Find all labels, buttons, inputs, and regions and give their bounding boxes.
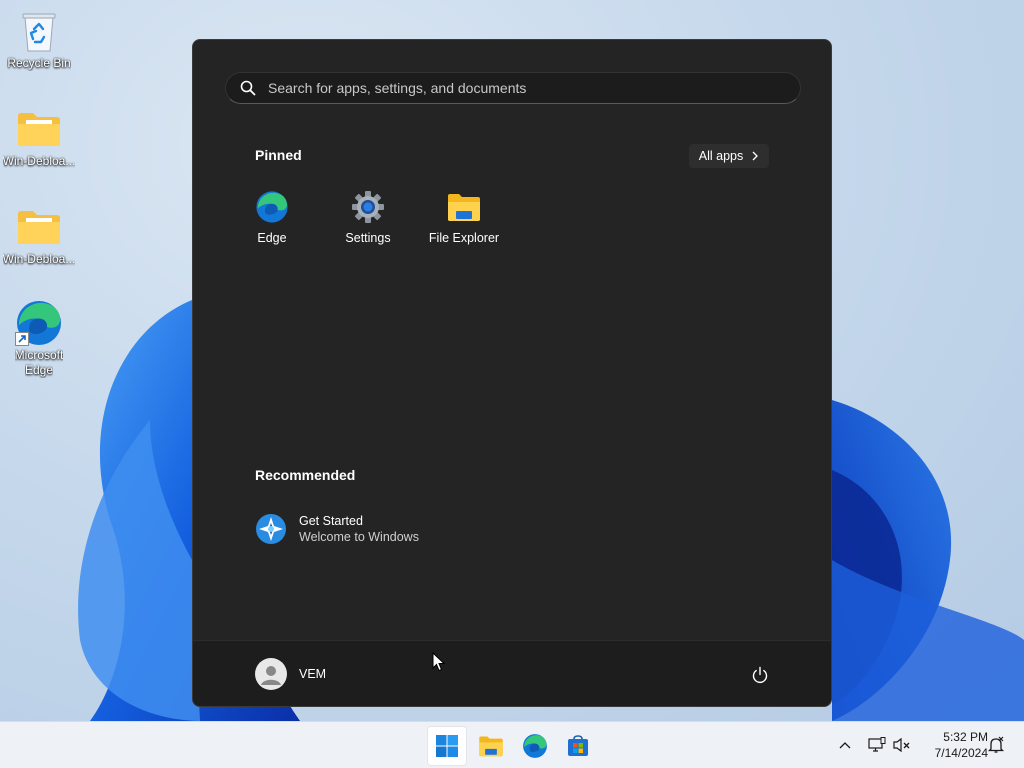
- tray-clock[interactable]: 5:32 PM 7/14/2024: [916, 729, 988, 761]
- desktop-icon-label: Win-Debloa...: [2, 252, 76, 266]
- recommended-title: Recommended: [255, 467, 356, 483]
- clock-time: 5:32 PM: [943, 730, 988, 744]
- pinned-app-label: Edge: [257, 231, 287, 245]
- recommended-item-get-started[interactable]: Get Started Welcome to Windows: [255, 511, 419, 547]
- start-menu: Search for apps, settings, and documents…: [192, 39, 832, 707]
- clock-date: 7/14/2024: [934, 746, 988, 760]
- edge-icon: [523, 734, 547, 758]
- user-account-button[interactable]: VEM: [255, 658, 326, 690]
- notification-icon: [987, 736, 1005, 753]
- tray-network-button[interactable]: [866, 734, 888, 756]
- desktop-icon-folder-2[interactable]: Win-Debloa...: [1, 204, 77, 267]
- edge-icon: [15, 300, 63, 346]
- folder-icon: [447, 190, 481, 224]
- search-input[interactable]: Search for apps, settings, and documents: [225, 72, 801, 104]
- folder-icon: [15, 204, 63, 250]
- desktop-icon-microsoft-edge[interactable]: Microsoft Edge: [1, 300, 77, 378]
- pinned-app-settings[interactable]: Settings: [320, 188, 416, 252]
- get-started-icon: [255, 513, 287, 545]
- pinned-title: Pinned: [255, 147, 302, 163]
- taskbar: 5:32 PM 7/14/2024: [0, 721, 1024, 768]
- recommended-item-title: Get Started: [299, 514, 363, 528]
- pinned-app-label: Settings: [345, 231, 391, 245]
- taskbar-start-button[interactable]: [427, 726, 467, 766]
- desktop-icon-label: Win-Debloa...: [2, 154, 76, 168]
- power-icon: [752, 666, 768, 684]
- edge-icon: [255, 190, 289, 224]
- folder-icon: [15, 106, 63, 152]
- recycle-bin-icon: [15, 8, 63, 54]
- taskbar-store-button[interactable]: [558, 726, 598, 766]
- all-apps-button[interactable]: All apps: [689, 144, 769, 168]
- desktop-icon-label: Microsoft: [14, 348, 64, 362]
- desktop-icon-recycle-bin[interactable]: Recycle Bin: [1, 8, 77, 71]
- taskbar-edge-button[interactable]: [515, 726, 555, 766]
- chevron-right-icon: [752, 151, 759, 161]
- volume-muted-icon: [893, 737, 910, 753]
- pinned-app-file-explorer[interactable]: File Explorer: [416, 188, 512, 252]
- search-placeholder: Search for apps, settings, and documents: [268, 80, 527, 96]
- taskbar-file-explorer-button[interactable]: [471, 726, 511, 766]
- pinned-app-edge[interactable]: Edge: [224, 188, 320, 252]
- tray-notification-button[interactable]: [985, 734, 1007, 756]
- tray-overflow-button[interactable]: [834, 734, 856, 756]
- folder-icon: [479, 736, 503, 757]
- gear-icon: [351, 190, 385, 224]
- store-icon: [568, 735, 588, 756]
- user-name: VEM: [299, 667, 327, 681]
- network-icon: [868, 737, 886, 752]
- tray-volume-button[interactable]: [891, 734, 913, 756]
- power-button[interactable]: [749, 664, 771, 686]
- recommended-item-subtitle: Welcome to Windows: [299, 530, 419, 544]
- desktop-icon-label: Edge: [24, 363, 54, 377]
- chevron-up-icon: [839, 742, 851, 749]
- all-apps-label: All apps: [698, 149, 744, 163]
- desktop-icon-label: Recycle Bin: [7, 56, 71, 70]
- avatar-icon: [255, 658, 287, 690]
- start-menu-footer: VEM: [193, 640, 831, 706]
- mouse-cursor-icon: [432, 652, 446, 672]
- desktop-icon-folder-1[interactable]: Win-Debloa...: [1, 106, 77, 169]
- search-icon: [240, 80, 256, 96]
- pinned-app-label: File Explorer: [428, 231, 500, 245]
- windows-logo-icon: [436, 735, 458, 757]
